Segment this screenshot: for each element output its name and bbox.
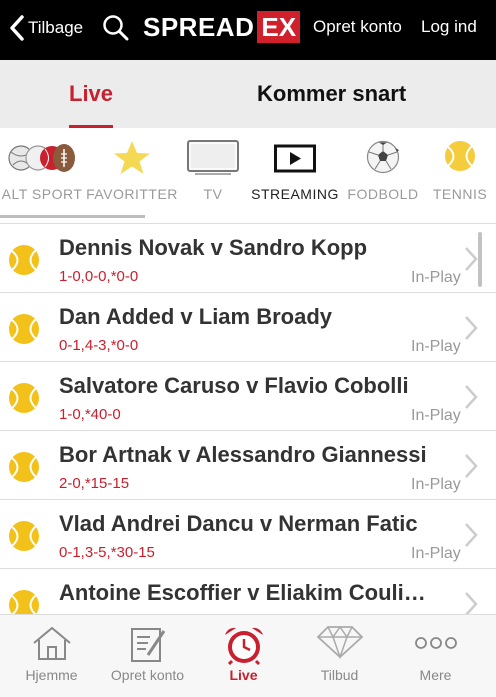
tennis-ball-icon	[9, 245, 39, 275]
nav-label: Live	[229, 667, 258, 683]
sport-filter-scroll-indicator	[0, 215, 145, 218]
event-score: 2-0,*15-15	[59, 475, 130, 492]
diamond-icon	[316, 625, 363, 659]
nav-offers[interactable]: Tilbud	[290, 615, 389, 697]
event-row[interactable]: Dan Added v Liam Broady 0-1,4-3,*0-0 In-…	[0, 293, 496, 362]
chevron-right-icon	[465, 247, 478, 271]
nav-label: Opret konto	[110, 667, 185, 683]
sport-filter-label: TENNIS	[432, 186, 488, 202]
sport-filter-label: STREAMING	[251, 186, 339, 202]
chevron-right-icon	[465, 523, 478, 547]
login-link[interactable]: Log ind	[421, 17, 477, 37]
sport-filter-all[interactable]: ALT SPORT	[0, 128, 84, 223]
event-row[interactable]: Salvatore Caruso v Flavio Cobolli 1-0,*4…	[0, 362, 496, 431]
logo-badge: EX	[257, 11, 301, 43]
nav-label: Hjemme	[25, 667, 78, 683]
tennis-ball-icon	[445, 141, 475, 171]
search-icon	[103, 15, 129, 41]
chevron-right-icon	[465, 385, 478, 409]
sport-filter-streaming[interactable]: STREAMING	[249, 128, 341, 223]
event-row[interactable]: Antoine Escoffier v Eliakim Couli…	[0, 569, 496, 614]
nav-more[interactable]: Mere	[386, 615, 485, 697]
event-score: 0-1,4-3,*0-0	[59, 337, 139, 354]
event-score: 0-1,3-5,*30-15	[59, 544, 155, 561]
chevron-right-icon	[465, 454, 478, 478]
sport-filter-label: ALT SPORT	[1, 186, 83, 202]
event-name: Salvatore Caruso v Flavio Cobolli	[59, 373, 409, 398]
nav-live[interactable]: Live	[194, 615, 293, 697]
tennis-ball-icon	[9, 521, 39, 551]
event-status: In-Play	[411, 545, 461, 562]
search-button[interactable]	[102, 14, 130, 42]
sport-filter-football[interactable]: FODBOLD	[345, 128, 421, 223]
tab-coming-soon[interactable]: Kommer snart	[257, 60, 406, 128]
event-name: Antoine Escoffier v Eliakim Couli…	[59, 580, 426, 605]
chevron-right-icon	[465, 316, 478, 340]
tab-live[interactable]: Live	[69, 60, 114, 128]
nav-label: Tilbud	[320, 667, 359, 683]
sport-filter-label: TV	[203, 186, 223, 202]
event-status: In-Play	[411, 338, 461, 355]
event-row[interactable]: Bor Artnak v Alessandro Giannessi 2-0,*1…	[0, 431, 496, 500]
sport-filter-label: FODBOLD	[347, 186, 419, 202]
nav-home[interactable]: Hjemme	[2, 615, 101, 697]
list-scrollbar[interactable]	[478, 232, 482, 287]
tennis-ball-icon	[9, 452, 39, 482]
event-name: Bor Artnak v Alessandro Giannessi	[59, 442, 427, 467]
home-icon	[32, 626, 71, 660]
chevron-left-icon	[10, 15, 24, 41]
event-row[interactable]: Vlad Andrei Dancu v Nerman Fatic 0-1,3-5…	[0, 500, 496, 569]
bottom-nav: Hjemme Opret konto Live Tilbud Mere	[0, 614, 496, 697]
form-icon	[130, 628, 165, 662]
back-label: Tilbage	[28, 18, 84, 37]
tennis-ball-icon	[9, 590, 39, 614]
event-status: In-Play	[411, 407, 461, 424]
more-icon	[414, 637, 457, 649]
event-name: Vlad Andrei Dancu v Nerman Fatic	[59, 511, 418, 536]
tv-icon	[187, 140, 239, 175]
all-sports-icon	[8, 144, 75, 172]
live-tabs: Live Kommer snart	[0, 60, 496, 128]
sport-filter-label: FAVORITTER	[86, 186, 178, 202]
event-score: 1-0,*40-0	[59, 406, 121, 423]
nav-label: Mere	[419, 667, 452, 683]
event-row[interactable]: Dennis Novak v Sandro Kopp 1-0,0-0,*0-0 …	[0, 224, 496, 293]
chevron-right-icon	[465, 592, 478, 614]
event-name: Dan Added v Liam Broady	[59, 304, 333, 329]
star-icon	[114, 141, 150, 174]
football-icon	[366, 140, 400, 174]
event-status: In-Play	[411, 269, 461, 286]
back-button[interactable]: Tilbage	[8, 12, 83, 44]
sport-filter-favorites[interactable]: FAVORITTER	[86, 128, 178, 223]
sport-filter-tv[interactable]: TV	[184, 128, 242, 223]
event-status: In-Play	[411, 476, 461, 493]
sport-filter-tennis[interactable]: TENNIS	[428, 128, 492, 223]
alarm-clock-icon	[224, 627, 263, 665]
logo-text: SPREAD	[143, 12, 255, 42]
spreadex-logo[interactable]: SPREAD EX	[143, 11, 301, 43]
sport-filter-bar: ALT SPORT FAVORITTER TV STREAMING FODBOL…	[0, 128, 496, 224]
top-bar: Tilbage SPREAD EX Opret konto Log ind	[0, 0, 496, 60]
event-score: 1-0,0-0,*0-0	[59, 268, 139, 285]
play-icon	[274, 144, 316, 173]
tennis-ball-icon	[9, 383, 39, 413]
event-name: Dennis Novak v Sandro Kopp	[59, 235, 368, 260]
event-list: Dennis Novak v Sandro Kopp 1-0,0-0,*0-0 …	[0, 224, 496, 614]
tennis-ball-icon	[9, 314, 39, 344]
create-account-link[interactable]: Opret konto	[313, 17, 402, 37]
nav-create-account[interactable]: Opret konto	[98, 615, 197, 697]
